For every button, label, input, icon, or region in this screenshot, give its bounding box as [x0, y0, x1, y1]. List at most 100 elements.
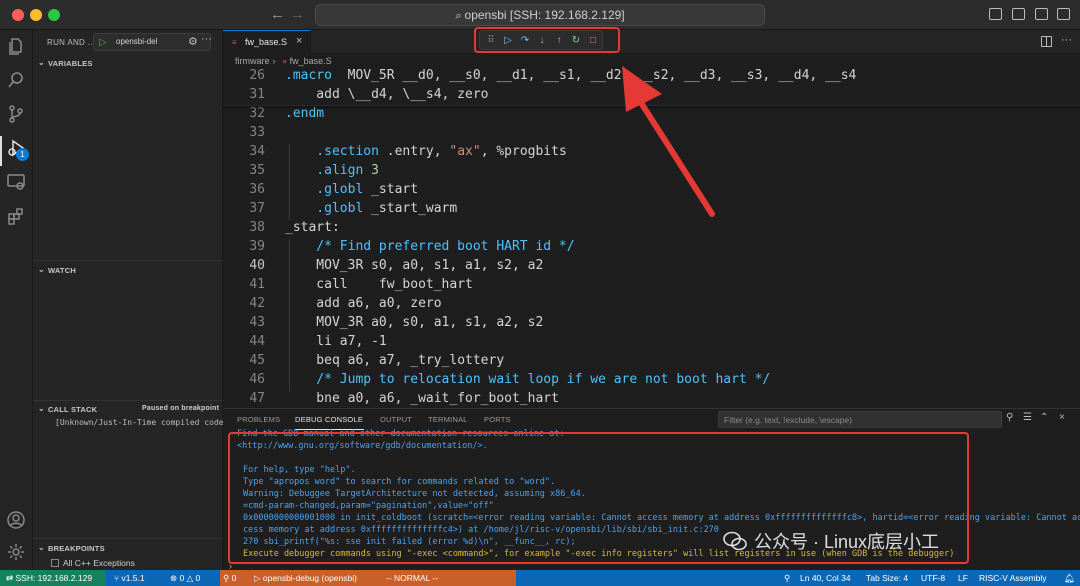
toggle-sidebar-icon[interactable] [989, 8, 1002, 20]
line-number[interactable]: 46 [235, 372, 265, 387]
call-stack-frame[interactable]: [Unknown/Just-In-Time compiled code] [55, 418, 228, 427]
title-bar: ← → ⌕ opensbi [SSH: 192.168.2.129] [0, 0, 1080, 30]
code-line[interactable]: 46 /* Jump to relocation wait loop if we… [223, 372, 1080, 391]
line-number[interactable]: 44 [235, 334, 265, 349]
divider [33, 538, 223, 539]
code-token: .endm [285, 106, 325, 121]
breadcrumb-file[interactable]: fw_base.S [290, 56, 332, 66]
panel-tab-debug-console[interactable]: DEBUG CONSOLE [295, 415, 363, 424]
clear-console-icon[interactable]: ☰ [1023, 412, 1032, 423]
code-line[interactable]: 47 bne a0, a6, _wait_for_boot_hart [223, 391, 1080, 408]
customize-layout-icon[interactable] [1057, 8, 1070, 20]
code-line[interactable]: 43 MOV_3R a0, s0, a1, s1, a2, s2 [223, 315, 1080, 334]
manage-gear-icon[interactable] [6, 542, 28, 564]
line-number[interactable]: 35 [235, 163, 265, 178]
code-line[interactable]: 42 add a6, a0, zero [223, 296, 1080, 315]
line-number[interactable]: 33 [235, 125, 265, 140]
gear-icon[interactable]: ⚙ [188, 35, 198, 48]
maximize-panel-icon[interactable]: ⌃ [1040, 412, 1048, 423]
breakpoint-checkbox[interactable] [51, 559, 59, 567]
eol[interactable]: LF [958, 573, 968, 583]
line-number[interactable]: 39 [235, 239, 265, 254]
tab-size[interactable]: Tab Size: 4 [866, 573, 908, 583]
start-debug-icon[interactable]: ▷ [99, 37, 107, 48]
panel-tab-output[interactable]: OUTPUT [380, 415, 412, 424]
toggle-panel-icon[interactable] [1012, 8, 1025, 20]
variables-section-header[interactable]: ⌄ VARIABLES [33, 56, 223, 72]
maximize-window-button[interactable] [48, 9, 60, 21]
code-token: bne [285, 391, 340, 406]
cursor-position[interactable]: Ln 40, Col 34 [800, 573, 851, 583]
close-icon[interactable]: × [296, 35, 302, 47]
code-line[interactable]: 37 .globl _start_warm [223, 201, 1080, 220]
paused-status: Paused on breakpoint [142, 405, 220, 412]
line-number[interactable]: 32 [235, 106, 265, 121]
command-center[interactable]: ⌕ opensbi [SSH: 192.168.2.129] [315, 4, 765, 26]
explorer-icon[interactable] [6, 36, 28, 58]
line-number[interactable]: 45 [235, 353, 265, 368]
language-mode[interactable]: RISC-V Assembly [979, 573, 1047, 583]
line-number[interactable]: 26 [235, 68, 265, 83]
branch-indicator[interactable]: ⑂ v1.5.1 [114, 573, 145, 583]
warning-icon: △ [186, 573, 196, 583]
more-actions-icon[interactable]: ··· [1061, 34, 1072, 46]
line-number[interactable]: 38 [235, 220, 265, 235]
console-filter-input[interactable]: Filter (e.g. text, !exclude, \escape) [718, 411, 1002, 428]
minimize-window-button[interactable] [30, 9, 42, 21]
forward-arrow-icon[interactable]: → [290, 6, 305, 23]
code-line[interactable]: 26 .macro MOV_5R __d0, __s0, __d1, __s1, … [223, 68, 1080, 87]
code-line[interactable]: 45 beq a6, a7, _try_lottery [223, 353, 1080, 372]
panel-tab-problems[interactable]: PROBLEMS [237, 415, 280, 424]
breadcrumb-folder[interactable]: firmware [235, 56, 270, 66]
code-line[interactable]: 31 add \__d4, \__s4, zero [223, 87, 1080, 106]
line-number[interactable]: 36 [235, 182, 265, 197]
call-stack-section-header[interactable]: ⌄ CALL STACK Paused on breakpoint [33, 402, 223, 418]
code-line[interactable]: 41 call fw_boot_hart [223, 277, 1080, 296]
code-line[interactable]: 32 .endm [223, 106, 1080, 125]
remote-explorer-icon[interactable] [6, 172, 28, 194]
line-number[interactable]: 41 [235, 277, 265, 292]
launch-config-select[interactable]: ▷ opensbi-del ⚙ [93, 33, 211, 51]
code-line[interactable]: 38 _start: [223, 220, 1080, 239]
tab-fw-base[interactable]: ≡ fw_base.S × [223, 30, 311, 54]
filter-icon[interactable]: ⚲ [1006, 412, 1013, 423]
sticky-scroll[interactable]: 26 .macro MOV_5R __d0, __s0, __d1, __s1, … [223, 68, 1080, 106]
panel-tab-terminal[interactable]: TERMINAL [428, 415, 468, 424]
line-number[interactable]: 40 [235, 258, 265, 273]
more-actions-icon[interactable]: ··· [201, 33, 212, 45]
line-number[interactable]: 43 [235, 315, 265, 330]
back-arrow-icon[interactable]: ← [270, 6, 285, 23]
line-number[interactable]: 42 [235, 296, 265, 311]
problems-indicator[interactable]: ⊗ 0 △ 0 [170, 573, 200, 584]
code-line[interactable]: 34 .section .entry, "ax", %progbits [223, 144, 1080, 163]
notifications-icon[interactable]: 🔔︎ [1064, 573, 1075, 584]
code-line[interactable]: 36 .globl _start [223, 182, 1080, 201]
source-control-icon[interactable] [6, 104, 28, 126]
close-icon[interactable]: × [1059, 412, 1065, 423]
split-editor-icon[interactable] [1041, 36, 1052, 47]
code-line[interactable]: 35 .align 3 [223, 163, 1080, 182]
encoding[interactable]: UTF-8 [921, 573, 945, 583]
line-number[interactable]: 37 [235, 201, 265, 216]
breakpoint-item[interactable]: All C++ Exceptions [51, 558, 135, 568]
line-number[interactable]: 34 [235, 144, 265, 159]
search-icon[interactable] [6, 70, 28, 92]
code-line[interactable]: 33 [223, 125, 1080, 144]
line-number[interactable]: 31 [235, 87, 265, 102]
code-line[interactable]: 40 MOV_3R s0, a0, s1, a1, s2, a2 [223, 258, 1080, 277]
toggle-secondary-sidebar-icon[interactable] [1035, 8, 1048, 20]
panel-tab-ports[interactable]: PORTS [484, 415, 511, 424]
code-line[interactable]: 44 li a7, -1 [223, 334, 1080, 353]
breakpoints-section-header[interactable]: ⌄ BREAKPOINTS [33, 541, 223, 557]
line-number[interactable]: 47 [235, 391, 265, 406]
zoom-icon[interactable]: ⚲ [784, 573, 790, 584]
extensions-icon[interactable] [6, 206, 28, 228]
account-icon[interactable] [6, 510, 28, 532]
close-window-button[interactable] [12, 9, 24, 21]
remote-indicator[interactable]: ⇄ SSH: 192.168.2.129 [0, 570, 106, 586]
code-line[interactable]: 39 /* Find preferred boot HART id */ [223, 239, 1080, 258]
watch-section-header[interactable]: ⌄ WATCH [33, 263, 223, 279]
code-token: /* Jump to relocation wait loop if we ar… [285, 372, 771, 387]
debug-config-indicator[interactable]: ▷ opensbi-debug (opensbi) [254, 573, 357, 584]
ports-indicator[interactable]: ⚲ 0 [223, 573, 236, 584]
